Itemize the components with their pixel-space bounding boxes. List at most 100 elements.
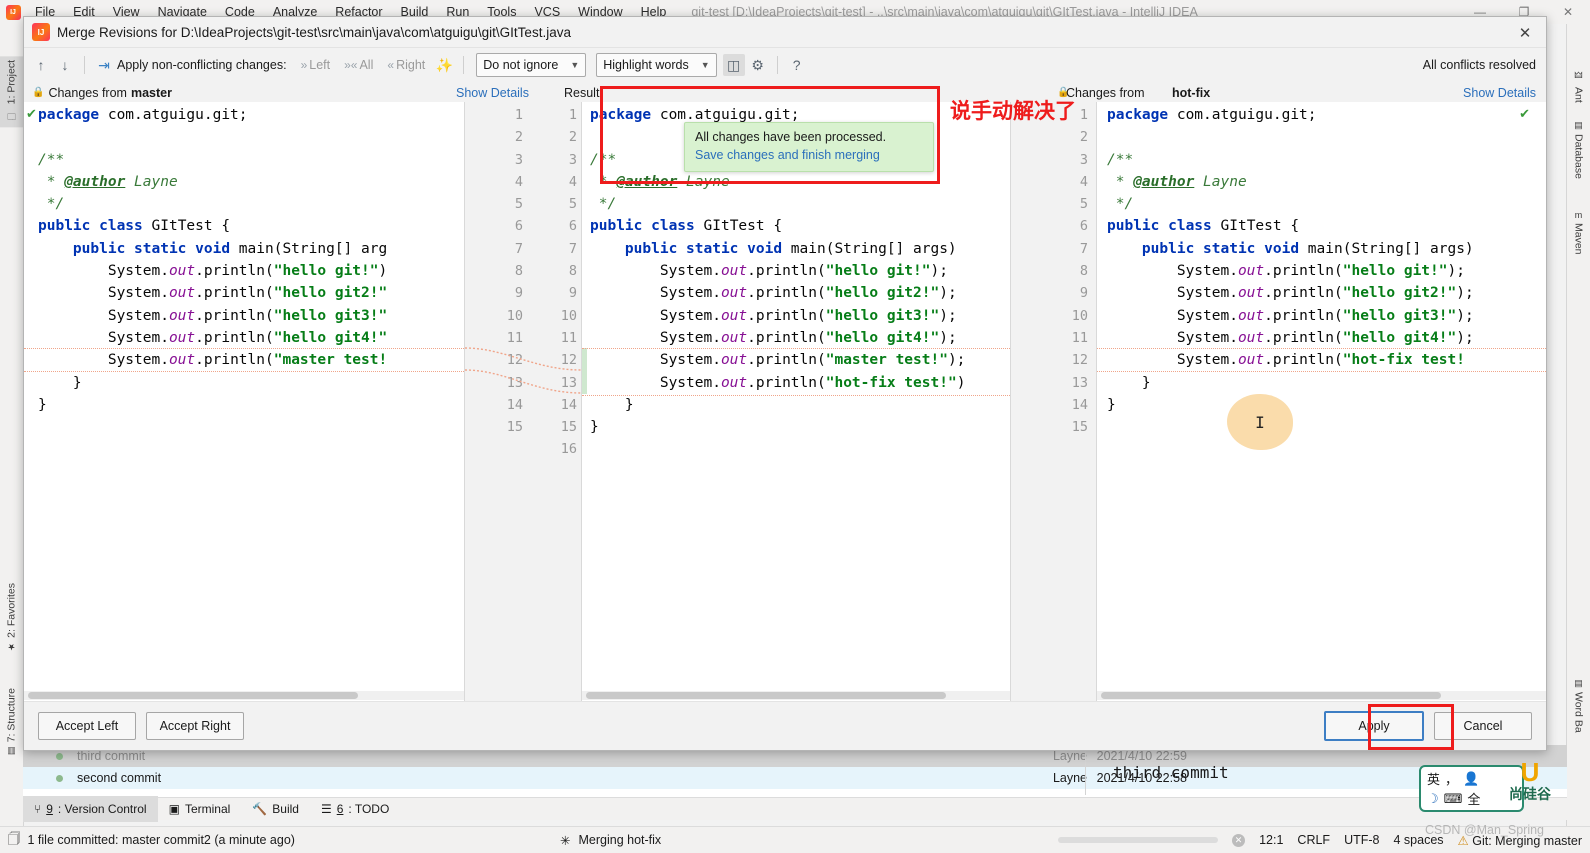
sidebar-item-database-label: Database (1572, 134, 1585, 179)
sidebar-item-structure-label: 7: Structure (5, 688, 18, 743)
apply-all-button[interactable]: »« All (344, 58, 373, 72)
code-line: public class GItTest { (1107, 218, 1300, 235)
line-number: 15 (560, 419, 577, 436)
code-line: System.out.println("hello git4!" (107, 329, 388, 346)
terminal-icon: ▣ (168, 802, 180, 816)
gear-icon[interactable]: ⚙ (747, 54, 769, 76)
sidebar-item-wordbank[interactable]: ▤ Word Ba (1567, 674, 1590, 737)
line-number: 3 (1079, 151, 1088, 168)
sidebar-item-structure[interactable]: ▥ 7: Structure (0, 684, 23, 760)
line-number: 15 (1071, 419, 1088, 436)
lock-icon: 🔒 (32, 87, 45, 98)
ime-keyboard-icon: ⌨ (1443, 790, 1463, 806)
left-editor-hscrollbar[interactable] (24, 691, 464, 700)
commit-status-text: 1 file committed: master commit2 (a minu… (27, 833, 295, 847)
code-line: */ (590, 196, 617, 213)
structure-icon: ▥ (7, 746, 16, 757)
sidebar-item-wordbank-label: Word Ba (1572, 692, 1585, 733)
code-line: System.out.println("hello git2!"); (659, 285, 957, 302)
left-editor-code: package com.atguigu.git; /** * @author L… (38, 104, 387, 438)
left-panel-branch: master (130, 85, 172, 100)
next-difference-icon[interactable]: ↓ (54, 54, 76, 76)
tab-build[interactable]: 🔨 Build (241, 796, 310, 822)
code-line: System.out.println("hello git4!"); (659, 329, 957, 346)
sidebar-item-favorites[interactable]: ★ 2: Favorites (0, 579, 23, 656)
commit-dot-icon (56, 774, 63, 782)
code-line: System.out.println("hello git!"); (1176, 263, 1465, 280)
folder-icon: 🗀 (6, 111, 16, 122)
collapse-unchanged-icon[interactable]: ◫ (722, 54, 745, 76)
previous-difference-icon[interactable]: ↑ (30, 54, 52, 76)
vcs-log-row[interactable]: second commit Layne 2021/4/10 22:58 (23, 767, 1567, 789)
tab-terminal-label: Terminal (184, 802, 231, 816)
code-line: /** (38, 151, 65, 168)
right-show-details-link[interactable]: Show Details (1463, 86, 1536, 100)
commit-status-icon: 🗍 (8, 831, 21, 846)
merge-toolbar: ↑ ↓ ⇥ Apply non-conflicting changes: » L… (24, 48, 1546, 82)
right-panel-branch: hot-fix (1172, 85, 1211, 100)
left-show-details-link[interactable]: Show Details (456, 86, 529, 100)
sidebar-item-ant[interactable]: 🜲 Ant (1567, 62, 1590, 107)
apply-changes-icon[interactable]: ⇥ (93, 54, 115, 76)
background-task-text: Merging hot-fix (578, 833, 662, 847)
dialog-close-icon[interactable]: ✕ (1510, 22, 1540, 44)
line-number: 2 (1079, 129, 1088, 146)
apply-nonconflicting-label: Apply non-conflicting changes: (117, 58, 287, 72)
code-line: System.out.println("hello git!") (107, 263, 388, 280)
commit-message: second commit (77, 771, 162, 785)
window-close-icon[interactable]: ✕ (1546, 0, 1590, 24)
code-line: package com.atguigu.git; (38, 107, 248, 123)
tab-version-control[interactable]: ⑂ 9 : Version Control (23, 796, 158, 822)
toolbar-separator (84, 56, 85, 74)
line-number: 7 (1079, 240, 1088, 257)
accept-left-button[interactable]: Accept Left (38, 712, 136, 740)
right-tool-rail: 🜲 Ant ▤ Database m Maven ▤ Word Ba (1566, 24, 1590, 829)
code-line: * @author Layne (590, 173, 730, 190)
accept-right-button[interactable]: Accept Right (146, 712, 244, 740)
chevron-down-icon: ▼ (570, 60, 580, 70)
highlight-policy-select[interactable]: Highlight words ▼ (596, 53, 717, 77)
code-line: System.out.println("hello git!"); (659, 263, 948, 280)
apply-left-button[interactable]: » Left (301, 58, 331, 72)
sidebar-item-database[interactable]: ▤ Database (1567, 116, 1590, 183)
code-line: /** (1107, 151, 1134, 168)
result-editor-hscrollbar[interactable] (582, 691, 1010, 700)
ignore-policy-select[interactable]: Do not ignore ▼ (476, 53, 587, 77)
apply-all-label: All (359, 58, 374, 72)
cancel-button[interactable]: Cancel (1434, 712, 1532, 740)
line-number: 16 (560, 441, 577, 458)
line-number: 5 (568, 196, 577, 213)
apply-button[interactable]: Apply (1324, 711, 1424, 741)
help-icon[interactable]: ? (786, 54, 808, 76)
dialog-title: Merge Revisions for D:\IdeaProjects\git-… (57, 24, 571, 40)
line-number: 3 (568, 151, 577, 168)
sidebar-item-maven[interactable]: m Maven (1567, 206, 1590, 259)
code-line: package com.atguigu.git; (1107, 107, 1317, 123)
code-line: * @author Layne (38, 173, 178, 190)
tab-todo[interactable]: ☰ 6 : TODO (310, 796, 400, 822)
right-editor-hscrollbar[interactable] (1097, 691, 1546, 700)
line-number: 4 (568, 173, 577, 190)
toolbar-separator (463, 56, 465, 74)
caret-position[interactable]: 12:1 (1259, 833, 1283, 847)
code-line: System.out.println("hello git2!"); (1176, 285, 1474, 302)
magic-resolve-icon[interactable]: ✨ (433, 54, 455, 76)
line-separator[interactable]: CRLF (1297, 833, 1330, 847)
right-line-numbers: 1 2 3 4 5 6 7 8 9 10 11 12 13 14 15 (1011, 104, 1088, 438)
commit-date: 2021/4/10 22:59 (1096, 749, 1187, 763)
left-editor-pane[interactable]: ✔ package com.atguigu.git; /** * @author… (24, 102, 465, 702)
code-line: System.out.println("hello git2!" (107, 285, 388, 302)
cancel-task-icon[interactable]: ✕ (1232, 833, 1246, 847)
balloon-action-link[interactable]: Save changes and finish merging (695, 148, 923, 162)
right-editor-pane[interactable]: ✔ package com.atguigu.git; /** * @author… (1097, 102, 1546, 702)
sidebar-item-project-label: 1: Project (5, 60, 18, 105)
encoding[interactable]: UTF-8 (1344, 833, 1379, 847)
dialog-app-icon (32, 23, 50, 41)
tab-terminal[interactable]: ▣ Terminal (158, 796, 242, 822)
dialog-title-bar: Merge Revisions for D:\IdeaProjects\git-… (24, 17, 1546, 48)
result-editor-pane[interactable]: package com.atguigu.git; /** * @author L… (582, 102, 1011, 702)
left-panel-title: Changes from (48, 85, 127, 100)
sidebar-item-project[interactable]: 🗀 1: Project (0, 56, 23, 128)
apply-right-button[interactable]: « Right (387, 58, 425, 72)
code-line: } (72, 374, 82, 391)
